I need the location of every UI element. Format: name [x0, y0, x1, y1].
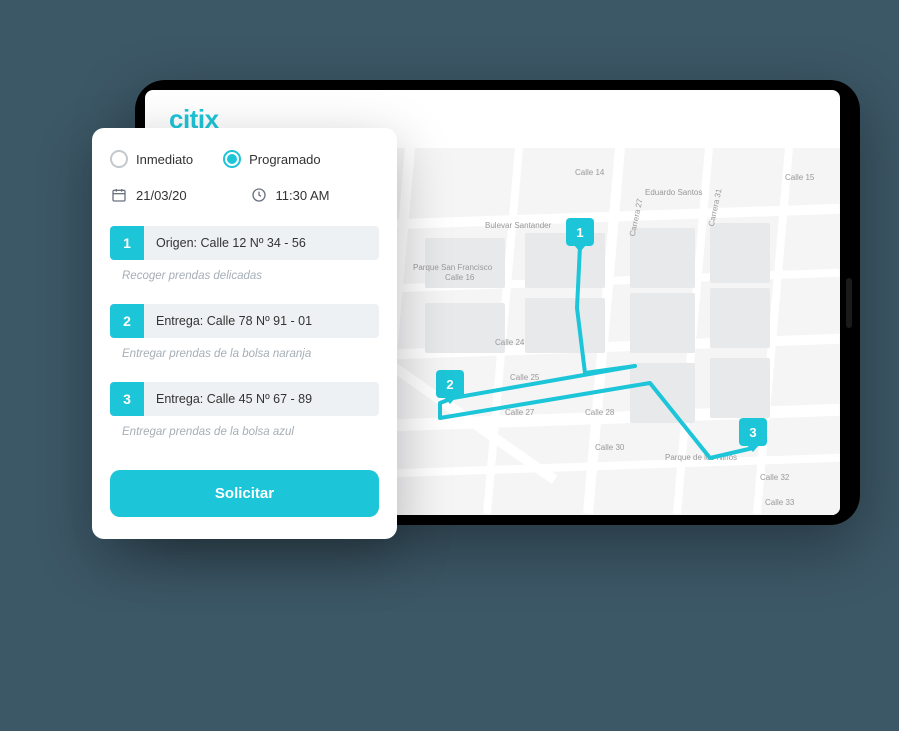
calendar-icon [110, 186, 128, 204]
map-label: Calle 33 [765, 498, 794, 507]
time-picker[interactable]: 11:30 AM [250, 186, 380, 204]
map-label: Calle 15 [785, 173, 814, 182]
map-label: Parque San Francisco [413, 263, 492, 272]
map-label: Calle 32 [760, 473, 789, 482]
stop-1-address: Origen: Calle 12 Nº 34 - 56 [144, 226, 318, 260]
map-label: Bulevar Santander [485, 221, 551, 230]
map-label: Calle 27 [505, 408, 534, 417]
map-label: Calle 28 [585, 408, 614, 417]
map-label: Calle 25 [510, 373, 539, 382]
map-label: Eduardo Santos [645, 188, 702, 197]
map-label: Parque de los Niños [665, 453, 737, 462]
map-label: Calle 16 [445, 273, 474, 282]
radio-immediate-label: Inmediato [136, 152, 193, 167]
map-label: Calle 30 [595, 443, 624, 452]
map-label: Calle 14 [575, 168, 604, 177]
stop-1-note: Recoger prendas delicadas [110, 260, 379, 296]
stop-3-header[interactable]: 3 Entrega: Calle 45 Nº 67 - 89 [110, 382, 379, 416]
clock-icon [250, 186, 268, 204]
request-card: Inmediato Programado 21/03/20 11:30 AM 1… [92, 128, 397, 539]
stop-3-address: Entrega: Calle 45 Nº 67 - 89 [144, 382, 324, 416]
schedule-type-row: Inmediato Programado [110, 150, 379, 168]
stop-2: 2 Entrega: Calle 78 Nº 91 - 01 Entregar … [110, 304, 379, 374]
radio-scheduled[interactable] [223, 150, 241, 168]
stop-3: 3 Entrega: Calle 45 Nº 67 - 89 Entregar … [110, 382, 379, 452]
date-value: 21/03/20 [136, 188, 187, 203]
stop-3-note: Entregar prendas de la bolsa azul [110, 416, 379, 452]
datetime-row: 21/03/20 11:30 AM [110, 186, 379, 204]
map-pin-1[interactable]: 1 [566, 218, 594, 246]
stop-1-number: 1 [110, 226, 144, 260]
map-label: Calle 24 [495, 338, 524, 347]
submit-button[interactable]: Solicitar [110, 470, 379, 517]
time-value: 11:30 AM [276, 188, 330, 203]
stop-2-header[interactable]: 2 Entrega: Calle 78 Nº 91 - 01 [110, 304, 379, 338]
stop-2-address: Entrega: Calle 78 Nº 91 - 01 [144, 304, 324, 338]
stop-1-header[interactable]: 1 Origen: Calle 12 Nº 34 - 56 [110, 226, 379, 260]
radio-immediate[interactable] [110, 150, 128, 168]
stop-2-number: 2 [110, 304, 144, 338]
stop-1: 1 Origen: Calle 12 Nº 34 - 56 Recoger pr… [110, 226, 379, 296]
stop-2-note: Entregar prendas de la bolsa naranja [110, 338, 379, 374]
map-pin-2[interactable]: 2 [436, 370, 464, 398]
radio-scheduled-label: Programado [249, 152, 321, 167]
map-pin-3[interactable]: 3 [739, 418, 767, 446]
date-picker[interactable]: 21/03/20 [110, 186, 240, 204]
stop-3-number: 3 [110, 382, 144, 416]
